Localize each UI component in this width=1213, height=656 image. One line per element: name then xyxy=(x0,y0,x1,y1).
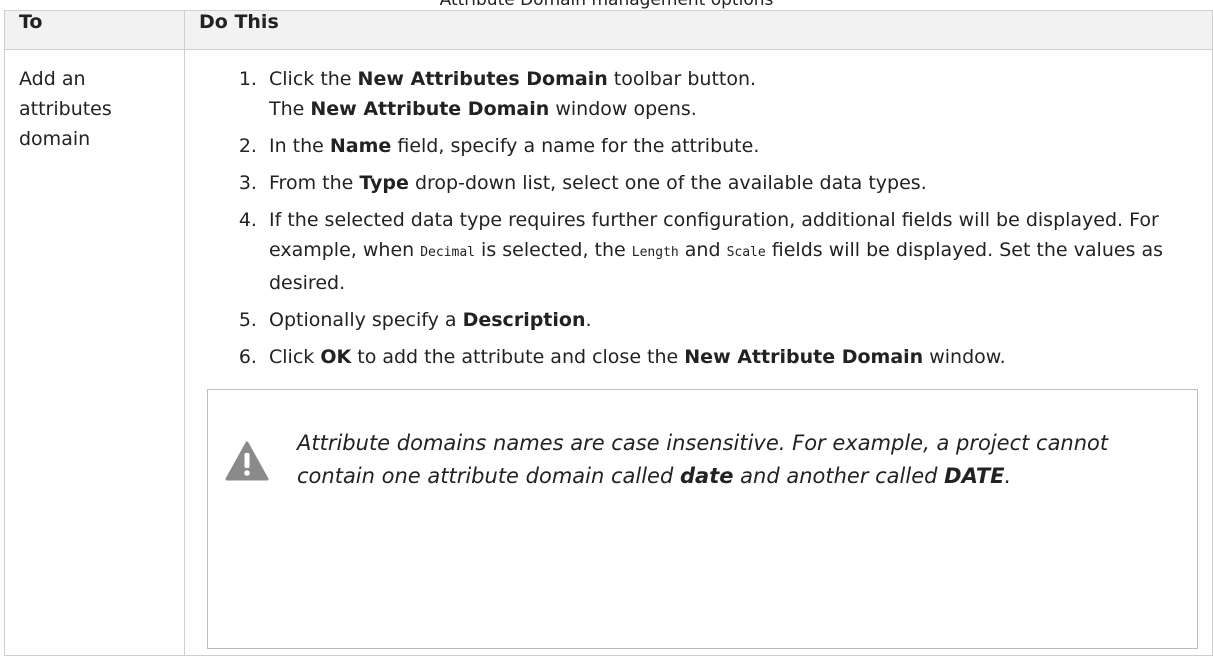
step-text: Optionally specify a xyxy=(269,309,463,331)
step-text: Click xyxy=(269,346,321,368)
warning-icon xyxy=(225,441,269,481)
note-bold: date xyxy=(679,464,734,488)
warning-note: Attribute domains names are case insensi… xyxy=(207,389,1198,649)
step-text: is selected, the xyxy=(475,239,632,261)
step-bold: Description xyxy=(462,309,586,331)
note-bold: DATE xyxy=(944,464,1005,488)
step-text: to add the attribute and close the xyxy=(351,346,685,368)
step-bold: New Attribute Domain xyxy=(684,346,924,368)
code-length: Length xyxy=(631,245,679,260)
step-text: toolbar button. xyxy=(607,68,757,90)
step-text: In the xyxy=(269,135,330,157)
header-do-this: Do This xyxy=(184,10,1213,50)
step-text: window. xyxy=(923,346,1006,368)
note-text: . xyxy=(1004,464,1012,488)
step-text: window opens. xyxy=(549,98,697,120)
step-4: If the selected data type requires furth… xyxy=(263,205,1198,298)
step-bold: New Attributes Domain xyxy=(357,68,608,90)
warning-text: Attribute domains names are case insensi… xyxy=(297,427,1177,493)
cell-do-this: Click the New Attributes Domain toolbar … xyxy=(184,49,1213,656)
step-text: field, specify a name for the attribute. xyxy=(391,135,760,157)
table-header-row: To Do This xyxy=(4,10,1213,50)
step-text: drop-down list, select one of the availa… xyxy=(408,172,927,194)
step-text: From the xyxy=(269,172,360,194)
note-text: and another called xyxy=(733,464,945,488)
step-text: Click the xyxy=(269,68,358,90)
step-3: From the Type drop-down list, select one… xyxy=(263,168,1198,198)
step-bold: Name xyxy=(329,135,392,157)
step-bold: Type xyxy=(359,172,409,194)
steps-list: Click the New Attributes Domain toolbar … xyxy=(207,64,1198,372)
code-decimal: Decimal xyxy=(420,245,476,260)
step-text: The xyxy=(269,98,311,120)
step-bold: OK xyxy=(320,346,352,368)
step-6: Click OK to add the attribute and close … xyxy=(263,342,1198,372)
code-scale: Scale xyxy=(726,245,766,260)
step-result: The New Attribute Domain window opens. xyxy=(269,94,1198,124)
table-caption: Attribute Domain management options xyxy=(439,0,774,10)
options-table: To Do This Add an attributes domain Clic… xyxy=(4,10,1213,656)
step-5: Optionally specify a Description. xyxy=(263,305,1198,335)
step-text: and xyxy=(678,239,727,261)
step-2: In the Name field, specify a name for th… xyxy=(263,131,1198,161)
header-to: To xyxy=(4,10,185,50)
cell-to: Add an attributes domain xyxy=(4,49,185,656)
step-bold: New Attribute Domain xyxy=(310,98,550,120)
step-1: Click the New Attributes Domain toolbar … xyxy=(263,64,1198,124)
table-row: Add an attributes domain Click the New A… xyxy=(4,49,1213,656)
step-text: . xyxy=(585,309,592,331)
